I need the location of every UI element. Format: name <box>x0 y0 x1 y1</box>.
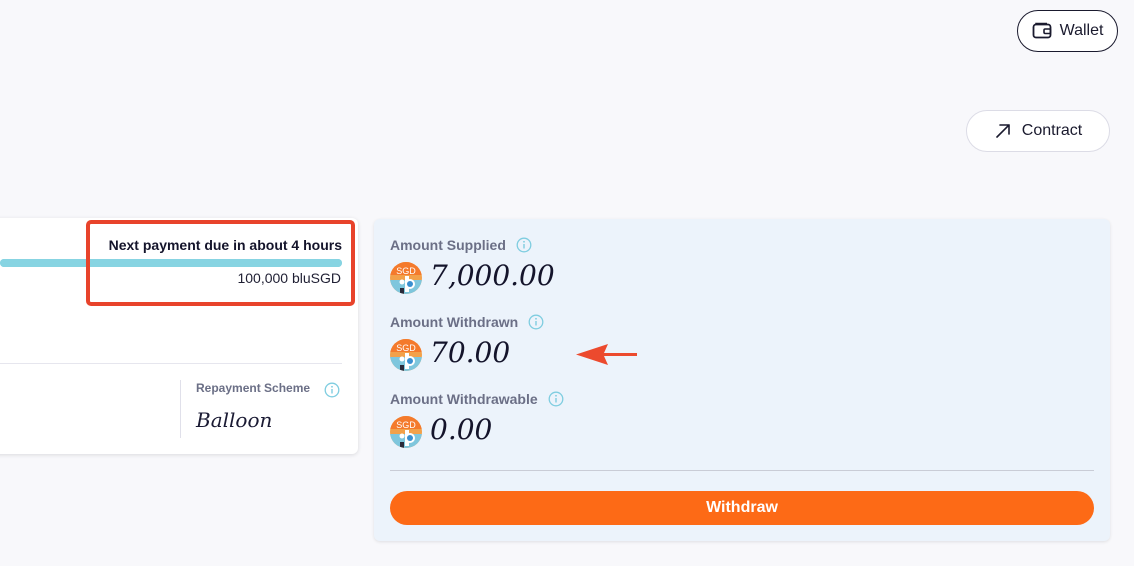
sgd-coin-icon: SGD <box>390 262 422 294</box>
contract-label: Contract <box>1021 122 1083 139</box>
arrow-up-right-icon <box>994 122 1012 140</box>
sgd-coin-icon: SGD <box>390 416 422 448</box>
amount-supplied-label: Amount Supplied <box>390 237 532 253</box>
wallet-label: Wallet <box>1059 22 1104 39</box>
info-icon[interactable] <box>516 237 532 253</box>
repayment-scheme-label: Repayment Scheme <box>196 381 311 395</box>
amount-withdrawn-label-text: Amount Withdrawn <box>390 314 519 330</box>
info-icon[interactable] <box>324 382 340 403</box>
wallet-icon <box>1032 22 1052 40</box>
svg-text:SGD: SGD <box>396 420 416 430</box>
amount-withdrawn-label: Amount Withdrawn <box>390 314 544 330</box>
info-icon[interactable] <box>548 391 564 407</box>
amount-withdrawable-label: Amount Withdrawable <box>390 391 564 407</box>
contract-button[interactable]: Contract <box>966 110 1110 152</box>
svg-text:SGD: SGD <box>396 266 416 276</box>
repayment-scheme-value: Balloon <box>196 408 273 432</box>
card-vertical-divider <box>180 380 181 438</box>
amount-withdrawn-value: 70.00 <box>430 336 511 369</box>
amount-withdrawable-label-text: Amount Withdrawable <box>390 391 538 407</box>
amount-supplied-value: 7,000.00 <box>430 259 555 292</box>
annotation-arrow <box>574 340 640 375</box>
info-icon[interactable] <box>528 314 544 330</box>
panel-divider <box>390 470 1094 471</box>
sgd-coin-icon: SGD <box>390 339 422 371</box>
amount-withdrawable-value: 0.00 <box>430 413 493 446</box>
amount-supplied-label-text: Amount Supplied <box>390 237 506 253</box>
withdraw-button[interactable]: Withdraw <box>390 491 1094 525</box>
card-divider <box>0 363 342 364</box>
svg-text:SGD: SGD <box>396 343 416 353</box>
annotation-highlight-box <box>86 220 355 306</box>
wallet-button[interactable]: Wallet <box>1017 10 1118 52</box>
